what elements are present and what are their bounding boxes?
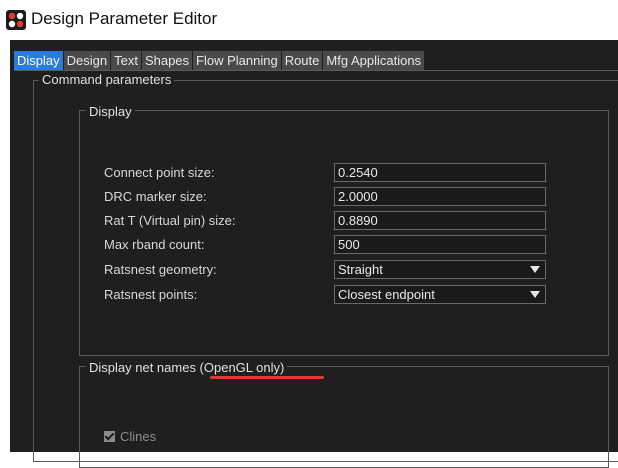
connect-point-size-input[interactable] bbox=[334, 163, 546, 182]
chevron-down-icon bbox=[530, 266, 540, 273]
ratsnest-points-select[interactable]: Closest endpoint bbox=[334, 285, 546, 304]
drc-marker-size-input[interactable] bbox=[334, 187, 546, 206]
ratsnest-geometry-select[interactable]: Straight bbox=[334, 260, 546, 279]
tab-route[interactable]: Route bbox=[281, 51, 323, 70]
checkmark-icon bbox=[104, 430, 115, 441]
tab-shapes[interactable]: Shapes bbox=[141, 51, 193, 70]
connect-point-size-label: Connect point size: bbox=[104, 165, 215, 180]
title-bar: Design Parameter Editor bbox=[0, 0, 618, 40]
clines-checkbox-row[interactable]: Clines bbox=[104, 429, 156, 444]
clines-label: Clines bbox=[120, 429, 157, 444]
display-group bbox=[79, 110, 609, 356]
drc-marker-size-label: DRC marker size: bbox=[104, 189, 207, 204]
tab-text[interactable]: Text bbox=[111, 51, 141, 70]
max-rband-count-label: Max rband count: bbox=[104, 237, 205, 252]
max-rband-count-input[interactable] bbox=[334, 235, 546, 254]
rat-t-size-input[interactable] bbox=[334, 211, 546, 230]
app-icon bbox=[6, 10, 26, 30]
tab-design[interactable]: Design bbox=[63, 51, 111, 70]
chevron-down-icon bbox=[530, 291, 540, 298]
ratsnest-points-value: Closest endpoint bbox=[338, 287, 435, 302]
annotation-underline bbox=[210, 376, 324, 379]
tab-mfg-applications[interactable]: Mfg Applications bbox=[323, 51, 425, 70]
display-group-label: Display bbox=[86, 104, 135, 119]
tab-display[interactable]: Display bbox=[14, 51, 63, 70]
rat-t-size-label: Rat T (Virtual pin) size: bbox=[104, 213, 236, 228]
window-title: Design Parameter Editor bbox=[31, 9, 218, 28]
ratsnest-geometry-label: Ratsnest geometry: bbox=[104, 262, 217, 277]
tab-divider bbox=[14, 70, 618, 71]
tab-flow-planning[interactable]: Flow Planning bbox=[193, 51, 281, 70]
net-names-group-label: Display net names (OpenGL only) bbox=[86, 360, 288, 375]
ratsnest-points-label: Ratsnest points: bbox=[104, 287, 198, 302]
ratsnest-geometry-value: Straight bbox=[338, 262, 383, 277]
tab-bar: Display Design Text Shapes Flow Planning… bbox=[14, 51, 425, 70]
clines-checkbox[interactable] bbox=[104, 430, 115, 442]
net-names-group bbox=[79, 366, 609, 468]
command-parameters-label: Command parameters bbox=[39, 72, 175, 87]
